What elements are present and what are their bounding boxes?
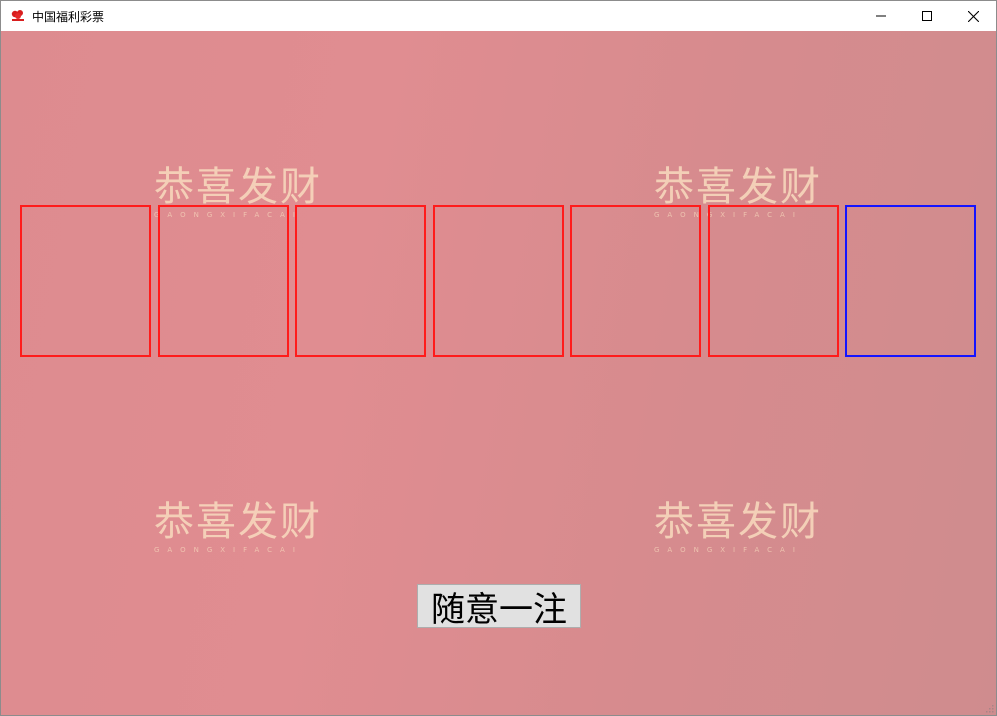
blue-ball-box [845,205,976,357]
red-ball-box-2 [158,205,289,357]
title-bar[interactable]: 中国福利彩票 [1,1,996,31]
red-ball-box-1 [20,205,151,357]
resize-grip-icon[interactable] [984,703,994,713]
red-ball-box-4 [433,205,564,357]
window-controls [858,1,996,31]
watermark-text: 恭喜发财 [654,164,822,210]
red-ball-box-6 [708,205,839,357]
minimize-icon [876,15,886,17]
close-button[interactable] [950,1,996,31]
minimize-button[interactable] [858,1,904,31]
watermark: 恭喜发财 GAONGXIFACAI [154,500,334,570]
red-ball-box-5 [570,205,701,357]
watermark-text: 恭喜发财 [154,164,322,210]
maximize-icon [922,11,932,21]
watermark-text: 恭喜发财 [154,499,322,545]
app-window: 中国福利彩票 恭喜发财 GAONGXIFACAI 恭喜发财 GAONGXIFAC… [0,0,997,716]
watermark-subtext: GAONGXIFACAI [154,546,303,554]
watermark-text: 恭喜发财 [654,499,822,545]
maximize-button[interactable] [904,1,950,31]
window-title: 中国福利彩票 [32,9,105,24]
random-pick-button[interactable]: 随意一注 [417,584,581,630]
red-ball-box-3 [295,205,426,357]
lottery-logo-icon [11,10,24,21]
watermark-subtext: GAONGXIFACAI [654,546,803,554]
watermark: 恭喜发财 GAONGXIFACAI [654,500,834,570]
close-icon [967,10,979,22]
client-area: 恭喜发财 GAONGXIFACAI 恭喜发财 GAONGXIFACAI 恭喜发财… [1,31,996,715]
